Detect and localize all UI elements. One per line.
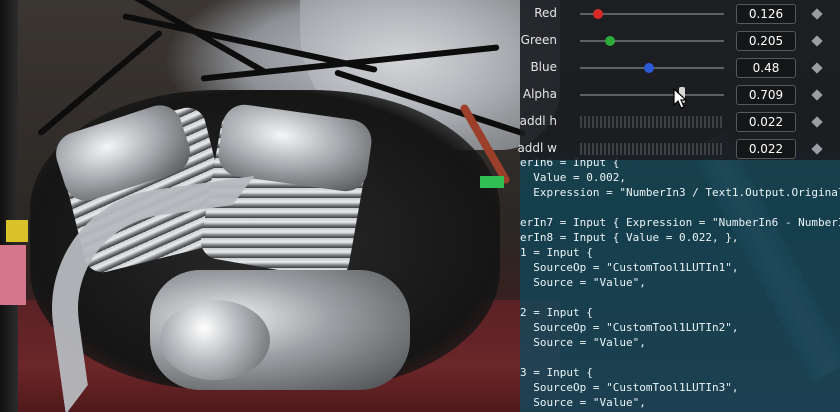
param-row-red: Red 0.126	[520, 3, 840, 25]
code-line: SourceOp = "CustomTool1LUTIn2",	[520, 321, 739, 334]
green-value-field[interactable]: 0.205	[736, 31, 796, 51]
keyframe-diamond-icon[interactable]	[811, 116, 823, 128]
param-label: Blue	[530, 60, 557, 74]
param-row-green: Green 0.205	[520, 30, 840, 52]
param-row-blue: Blue 0.48	[520, 57, 840, 79]
lift-post	[0, 0, 18, 412]
green-connector	[480, 176, 504, 188]
param-label: Green	[520, 33, 557, 47]
clutch-cover	[160, 300, 270, 380]
keyframe-diamond-icon[interactable]	[811, 62, 823, 74]
code-line: Source = "Value",	[520, 336, 646, 349]
addl-w-slider-track[interactable]	[580, 143, 724, 155]
pink-box	[0, 245, 26, 305]
param-label: addl w	[517, 141, 557, 155]
code-overlay: erIn6 = Input { Value = 0.002, Expressio…	[520, 150, 840, 412]
keyframe-diamond-icon[interactable]	[811, 89, 823, 101]
addl-w-value-field[interactable]: 0.022	[736, 139, 796, 159]
green-slider-handle[interactable]	[604, 36, 615, 46]
inspector-panel: Red 0.126 Green 0.205 Blue 0.48 Alpha 0.709 addl…	[517, 0, 840, 160]
keyframe-diamond-icon[interactable]	[811, 35, 823, 47]
code-line: Source = "Value",	[520, 396, 646, 409]
param-label: Alpha	[522, 87, 557, 101]
code-line: Expression = "NumberIn3 / Text1.Output.O…	[533, 186, 840, 199]
yellow-tag	[6, 220, 28, 242]
code-line: SourceOp = "CustomTool1LUTIn1",	[520, 261, 739, 274]
keyframe-diamond-icon[interactable]	[811, 143, 823, 155]
code-line: Value = 0.002,	[520, 171, 626, 184]
code-line: 2 = Input {	[520, 306, 593, 319]
code-line: Source = "Value",	[520, 276, 646, 289]
addl-h-value-field[interactable]: 0.022	[736, 112, 796, 132]
addl-h-slider-track[interactable]	[580, 116, 724, 128]
alpha-value-field[interactable]: 0.709	[736, 85, 796, 105]
green-slider-track[interactable]	[580, 40, 724, 42]
code-line: 1 = Input {	[520, 246, 593, 259]
param-row-addl-w: addl w 0.022	[517, 138, 840, 160]
blue-value-field[interactable]: 0.48	[736, 58, 796, 78]
alpha-slider-track[interactable]	[580, 94, 724, 96]
code-line: 3 = Input {	[520, 366, 593, 379]
code-line: erIn7 = Input { Expression = "NumberIn6 …	[520, 216, 840, 229]
code-line: erIn8 = Input { Value = 0.022, },	[520, 231, 739, 244]
red-value-field[interactable]: 0.126	[736, 4, 796, 24]
param-label: addl h	[519, 114, 557, 128]
blue-slider-handle[interactable]	[644, 63, 655, 73]
mouse-cursor-icon	[673, 88, 688, 109]
param-label: Red	[534, 6, 557, 20]
code-line: SourceOp = "CustomTool1LUTIn3",	[520, 381, 739, 394]
param-row-addl-h: addl h 0.022	[520, 111, 840, 133]
keyframe-diamond-icon[interactable]	[811, 8, 823, 20]
red-slider-handle[interactable]	[593, 9, 604, 19]
